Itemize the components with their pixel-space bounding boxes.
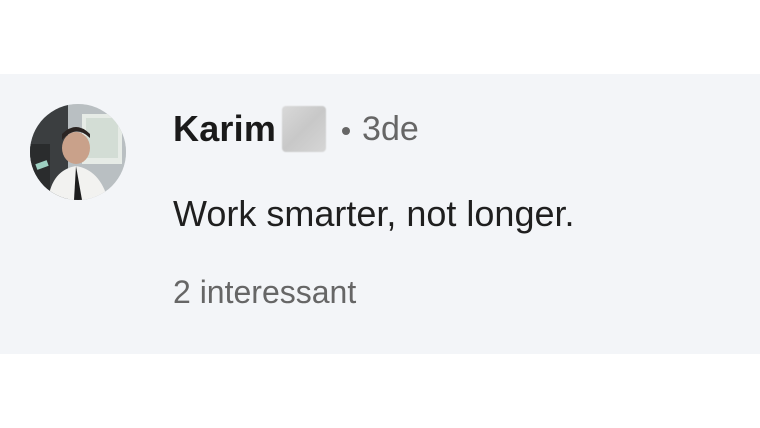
comment-body: Karim 3de Work smarter, not longer. 2 in… <box>173 104 730 312</box>
avatar[interactable] <box>30 104 126 200</box>
comment-card: Karim 3de Work smarter, not longer. 2 in… <box>0 74 760 354</box>
comment-text: Work smarter, not longer. <box>173 193 575 234</box>
comment-timestamp[interactable]: 3de <box>362 110 419 149</box>
avatar-photo-icon <box>30 104 126 200</box>
comment-meta: Karim 3de <box>173 104 730 154</box>
name-redaction-icon <box>282 106 327 152</box>
author-name[interactable]: Karim <box>173 108 276 150</box>
reaction-count[interactable]: 2 interessant <box>173 272 730 312</box>
separator-dot-icon <box>342 127 351 135</box>
